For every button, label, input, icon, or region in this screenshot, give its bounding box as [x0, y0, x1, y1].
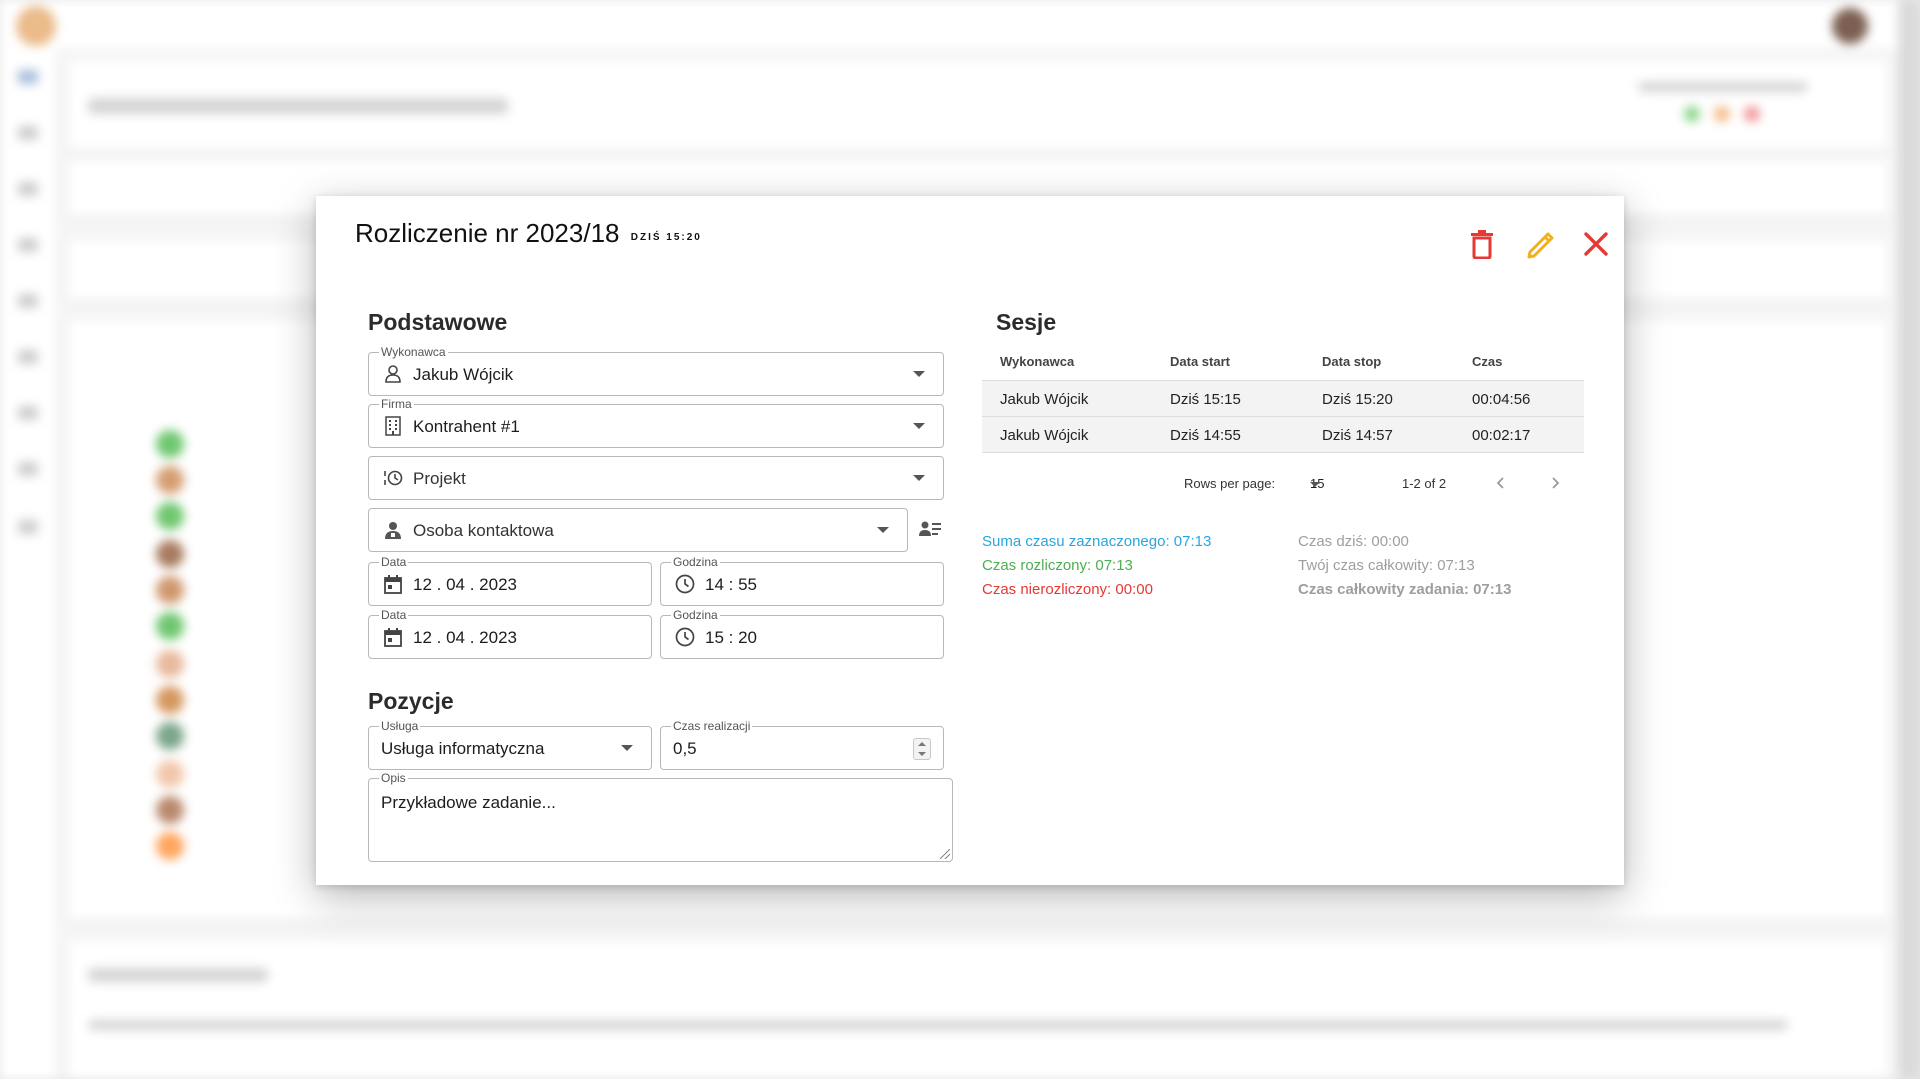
chevron-down-icon — [1310, 482, 1320, 487]
start-time-value: 14 : 55 — [705, 575, 757, 594]
number-stepper[interactable] — [913, 738, 931, 760]
chevron-down-icon — [877, 527, 889, 533]
dialog-title: Rozliczenie nr 2023/18 DZIŚ 15:20 — [355, 218, 702, 249]
executor-select[interactable]: Wykonawca Jakub Wójcik — [368, 345, 944, 396]
calendar-icon — [384, 575, 402, 594]
close-icon — [1584, 232, 1608, 256]
cell-executor: Jakub Wójcik — [1000, 427, 1089, 444]
company-select[interactable]: Firma Kontrahent #1 — [368, 397, 944, 448]
cell-duration: 00:02:17 — [1472, 427, 1531, 444]
contact-person-icon — [385, 522, 401, 539]
close-button[interactable] — [1576, 224, 1616, 264]
chevron-down-icon — [913, 423, 925, 429]
contact-list-button[interactable] — [918, 518, 942, 542]
column-header-duration[interactable]: Czas — [1472, 354, 1502, 369]
start-time-label: Godzina — [671, 555, 720, 569]
section-heading-sessions: Sesje — [996, 309, 1057, 335]
service-label: Usługa — [379, 719, 421, 733]
executor-label: Wykonawca — [379, 345, 448, 359]
project-history-icon — [384, 470, 403, 486]
calendar-icon — [384, 628, 402, 647]
company-value: Kontrahent #1 — [413, 417, 520, 436]
description-value: Przykładowe zadanie... — [381, 793, 556, 812]
contact-list-icon — [919, 521, 941, 536]
table-row[interactable]: Jakub Wójcik Dziś 14:55 Dziś 14:57 00:02… — [982, 417, 1584, 453]
column-header-start[interactable]: Data start — [1170, 354, 1230, 369]
section-heading-positions: Pozycje — [368, 688, 454, 714]
edit-button[interactable] — [1522, 224, 1562, 264]
service-value: Usługa informatyczna — [381, 739, 545, 758]
dialog-timestamp: DZIŚ 15:20 — [630, 232, 702, 243]
duration-value: 0,5 — [673, 739, 697, 758]
next-page-button[interactable] — [1544, 472, 1566, 494]
cell-executor: Jakub Wójcik — [1000, 391, 1089, 408]
rows-per-page-select[interactable]: 15 — [1310, 472, 1362, 494]
trash-icon — [1471, 230, 1493, 259]
pagination-range: 1-2 of 2 — [1402, 476, 1447, 491]
table-header: Wykonawca Data start Data stop Czas — [982, 344, 1584, 381]
company-label: Firma — [379, 397, 414, 411]
duration-label: Czas realizacji — [671, 719, 753, 733]
resize-handle[interactable] — [940, 849, 950, 859]
pencil-icon — [1527, 232, 1554, 259]
table-row[interactable]: Jakub Wójcik Dziś 15:15 Dziś 15:20 00:04… — [982, 381, 1584, 417]
cell-stop: Dziś 15:20 — [1322, 391, 1393, 408]
chevron-down-icon — [913, 371, 925, 377]
building-icon — [385, 416, 401, 436]
settled-time: Czas rozliczony: 07:13 — [982, 557, 1133, 574]
delete-button[interactable] — [1462, 224, 1502, 264]
chevron-left-icon — [1496, 477, 1504, 489]
contact-person-placeholder: Osoba kontaktowa — [413, 521, 554, 540]
chevron-down-icon — [621, 745, 633, 751]
start-date-field[interactable]: Data 12 . 04 . 2023 — [368, 555, 652, 606]
your-total-time: Twój czas całkowity: 07:13 — [1298, 557, 1475, 574]
start-time-field[interactable]: Godzina 14 : 55 — [660, 555, 944, 606]
service-select[interactable]: Usługa Usługa informatyczna — [368, 719, 652, 770]
start-date-value: 12 . 04 . 2023 — [413, 575, 517, 594]
cell-stop: Dziś 14:57 — [1322, 427, 1393, 444]
end-date-value: 12 . 04 . 2023 — [413, 628, 517, 647]
person-icon — [385, 365, 401, 383]
description-label: Opis — [379, 771, 408, 785]
cell-start: Dziś 14:55 — [1170, 427, 1241, 444]
end-date-label: Data — [379, 608, 409, 622]
end-date-field[interactable]: Data 12 . 04 . 2023 — [368, 608, 652, 659]
column-header-executor[interactable]: Wykonawca — [1000, 354, 1074, 369]
settlement-dialog: Rozliczenie nr 2023/18 DZIŚ 15:20 Podsta… — [316, 196, 1624, 885]
cell-duration: 00:04:56 — [1472, 391, 1531, 408]
project-select[interactable]: Projekt — [368, 456, 944, 500]
start-date-label: Data — [379, 555, 409, 569]
previous-page-button[interactable] — [1490, 472, 1512, 494]
selected-time-sum: Suma czasu zaznaczonego: 07:13 — [982, 533, 1212, 550]
task-total-time: Czas całkowity zadania: 07:13 — [1298, 581, 1512, 598]
unsettled-time: Czas nierozliczony: 00:00 — [982, 581, 1153, 598]
duration-input[interactable]: Czas realizacji 0,5 — [660, 719, 944, 770]
clock-icon — [675, 627, 695, 647]
contact-person-select[interactable]: Osoba kontaktowa — [368, 508, 908, 552]
today-time: Czas dziś: 00:00 — [1298, 533, 1409, 550]
chevron-down-icon — [913, 475, 925, 481]
clock-icon — [675, 574, 695, 594]
dialog-title-text: Rozliczenie nr 2023/18 — [355, 218, 620, 248]
sessions-table: Wykonawca Data start Data stop Czas Jaku… — [982, 344, 1584, 453]
end-time-field[interactable]: Godzina 15 : 20 — [660, 608, 944, 659]
end-time-value: 15 : 20 — [705, 628, 757, 647]
description-textarea[interactable]: Opis Przykładowe zadanie... — [368, 771, 953, 862]
chevron-right-icon — [1552, 477, 1560, 489]
section-heading-basic: Podstawowe — [368, 309, 508, 335]
cell-start: Dziś 15:15 — [1170, 391, 1241, 408]
project-placeholder: Projekt — [413, 469, 466, 488]
executor-value: Jakub Wójcik — [413, 365, 514, 384]
column-header-stop[interactable]: Data stop — [1322, 354, 1381, 369]
end-time-label: Godzina — [671, 608, 720, 622]
rows-per-page-label: Rows per page: — [1184, 476, 1276, 491]
